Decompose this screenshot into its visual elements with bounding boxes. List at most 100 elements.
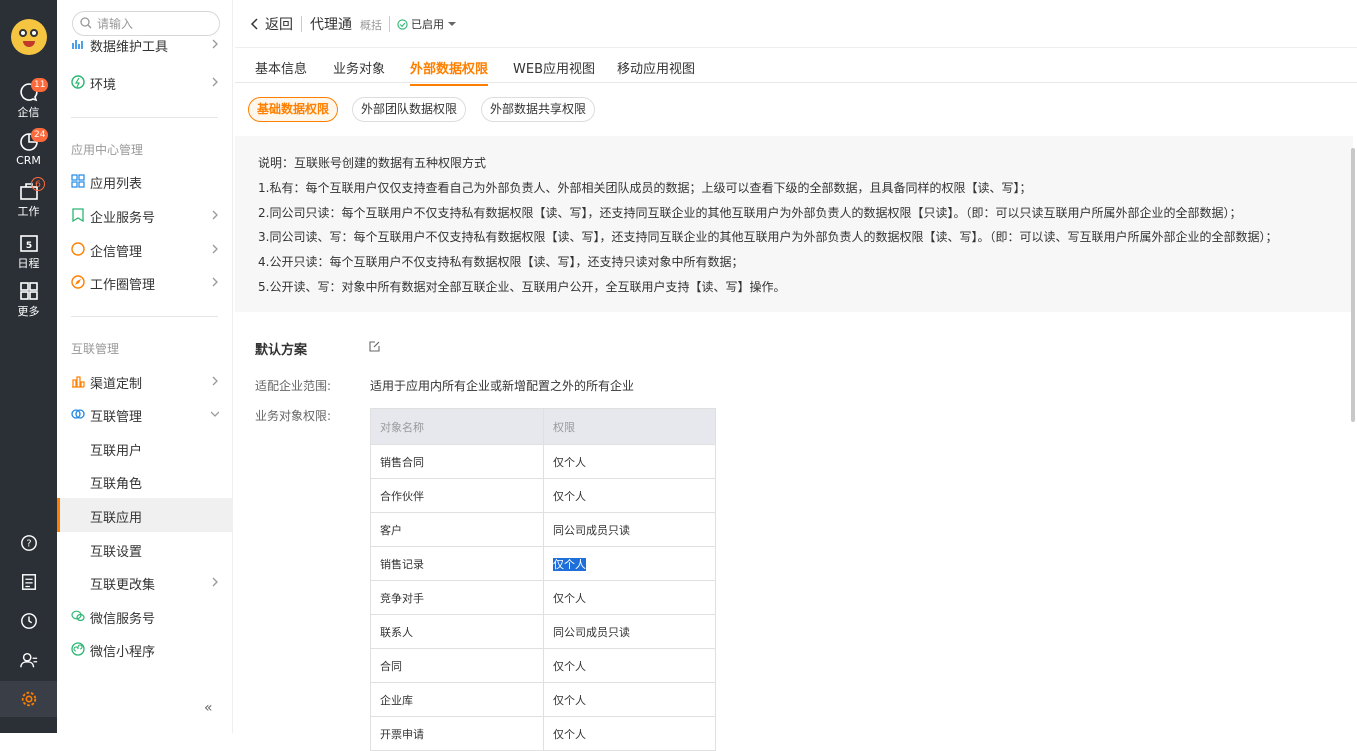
object-name-cell: 竞争对手 (370, 580, 544, 615)
sidebar-item-label: 微信小程序 (90, 645, 156, 660)
sidebar-item-label: 互联角色 (90, 477, 143, 492)
divider (301, 16, 302, 32)
column-header-permission: 权限 (543, 408, 716, 445)
sidebar-item-app-list[interactable]: 应用列表 (57, 166, 233, 196)
scrollbar[interactable] (1351, 148, 1355, 422)
divider (71, 117, 218, 118)
wechat-icon (71, 610, 85, 622)
tab-web-view[interactable]: WEB应用视图 (513, 58, 595, 77)
sidebar-item-data-tools[interactable]: 数据维护工具 (57, 34, 233, 54)
unread-badge: 24 (31, 128, 49, 142)
sidebar-item-label: 互联应用 (90, 511, 143, 526)
rail-item-crm[interactable]: 24 CRM (0, 128, 57, 167)
sidebar-item-roles[interactable]: 互联角色 (57, 466, 233, 496)
object-name-cell: 销售合同 (370, 444, 544, 479)
divider (71, 316, 218, 317)
chevron-right-icon (212, 210, 218, 220)
notebook-icon (21, 574, 36, 590)
grid-icon (19, 282, 38, 300)
chevron-right-icon (212, 39, 218, 49)
description-heading: 说明：互联账号创建的数据有五种权限方式 (258, 156, 487, 170)
bookmark-icon (72, 208, 84, 222)
search-box[interactable] (72, 11, 220, 36)
rail-item-qixin[interactable]: 11 企信 (0, 78, 57, 120)
rail-item-label: CRM (16, 154, 41, 167)
sidebar-item-mini-program[interactable]: 微信小程序 (57, 634, 233, 664)
help-icon: ? (20, 535, 37, 551)
object-name-cell: 联系人 (370, 614, 544, 649)
settings-button[interactable] (0, 681, 57, 717)
sidebar-item-work-circle[interactable]: 工作圈管理 (57, 267, 233, 297)
sidebar-item-service-account[interactable]: 企业服务号 (57, 200, 233, 230)
sidebar: 数据维护工具 环境 应用中心管理 应用列表 企业服务号 企信管理 工作圈管理 互… (57, 0, 233, 733)
table-row: 企业库 仅个人 (370, 682, 716, 717)
tab-business-objects[interactable]: 业务对象 (333, 58, 385, 77)
object-name-cell: 合同 (370, 648, 544, 683)
rail-item-calendar[interactable]: 5 日程 (0, 233, 57, 271)
permission-cell: 仅个人 (543, 682, 716, 717)
chevron-right-icon (212, 277, 218, 287)
message-icon (71, 242, 85, 256)
sidebar-item-qixin-manage[interactable]: 企信管理 (57, 234, 233, 264)
notebook-button[interactable] (0, 564, 57, 600)
compass-icon (71, 275, 85, 289)
sidebar-item-label: 渠道定制 (90, 377, 143, 392)
table-row: 客户 同公司成员只读 (370, 512, 716, 547)
table-row: 销售记录 仅个人 (370, 546, 716, 581)
page-title: 代理通 (310, 17, 352, 33)
chevron-down-icon (211, 411, 219, 417)
status-dropdown[interactable]: 已启用 (397, 16, 456, 32)
permission-cell: 仅个人 (543, 546, 716, 581)
chevron-right-icon (212, 77, 218, 87)
mini-program-icon (71, 642, 85, 656)
subtab-sharing-permissions[interactable]: 外部数据共享权限 (481, 97, 596, 122)
column-header-object: 对象名称 (370, 408, 544, 445)
sidebar-item-wechat-service[interactable]: 微信服务号 (57, 601, 233, 631)
object-permission-label: 业务对象权限: (255, 409, 332, 423)
app-rail: 11 企信 24 CRM 6 工作 5 日程 更多 ? (0, 0, 57, 733)
back-button[interactable]: 返回 (249, 14, 293, 34)
contacts-button[interactable] (0, 642, 57, 678)
sidebar-item-environment[interactable]: 环境 (57, 67, 233, 97)
object-name-cell: 合作伙伴 (370, 478, 544, 513)
sidebar-item-settings[interactable]: 互联设置 (57, 534, 233, 564)
sidebar-item-users[interactable]: 互联用户 (57, 433, 233, 463)
tab-basic-info[interactable]: 基本信息 (255, 58, 307, 77)
history-button[interactable] (0, 603, 57, 639)
scheme-title: 默认方案 (255, 343, 308, 358)
scope-value: 适用于应用内所有企业或新增配置之外的所有企业 (370, 379, 635, 393)
collapse-sidebar-button[interactable]: « (204, 700, 213, 716)
sidebar-item-interconnect[interactable]: 互联管理 (57, 399, 233, 429)
subtab-team-permissions[interactable]: 外部团队数据权限 (352, 97, 467, 122)
gear-icon (21, 691, 36, 707)
sidebar-item-label: 数据维护工具 (90, 40, 169, 54)
table-row: 联系人 同公司成员只读 (370, 614, 716, 649)
sidebar-item-label: 互联更改集 (90, 578, 156, 593)
tab-mobile-view[interactable]: 移动应用视图 (617, 58, 695, 77)
description-line: 3.同公司读、写：每个互联用户不仅支持私有数据权限【读、写】，还支持同互联企业的… (258, 230, 1278, 244)
scope-label: 适配企业范围: (255, 379, 332, 393)
sidebar-item-channel[interactable]: 渠道定制 (57, 366, 233, 396)
tab-external-data-permissions[interactable]: 外部数据权限 (410, 58, 489, 86)
status-label: 已启用 (411, 18, 444, 31)
edit-icon[interactable] (369, 340, 381, 352)
app-grid-icon (71, 174, 85, 188)
description-line: 5.公开读、写：对象中所有数据对全部互联企业、互联用户公开，全互联用户支持【读、… (258, 280, 786, 294)
avatar[interactable] (11, 19, 47, 55)
rail-item-work[interactable]: 6 工作 (0, 177, 57, 219)
permission-cell: 仅个人 (543, 648, 716, 683)
divider (389, 16, 390, 32)
rail-item-label: 企信 (17, 106, 40, 119)
page-subtitle[interactable]: 概括 (360, 17, 382, 33)
table-row: 销售合同 仅个人 (370, 444, 716, 479)
rail-item-label: 工作 (17, 205, 40, 218)
link-circles-icon (71, 409, 85, 419)
help-button[interactable]: ? (0, 525, 57, 561)
sidebar-item-changesets[interactable]: 互联更改集 (57, 567, 233, 597)
rail-item-more[interactable]: 更多 (0, 281, 57, 319)
tab-bar: 基本信息 业务对象 外部数据权限 WEB应用视图 移动应用视图 (235, 50, 1357, 86)
clock-icon (20, 613, 37, 629)
sidebar-item-apps[interactable]: 互联应用 (57, 498, 233, 532)
search-input[interactable] (97, 15, 212, 32)
subtab-basic-permissions[interactable]: 基础数据权限 (248, 97, 339, 122)
